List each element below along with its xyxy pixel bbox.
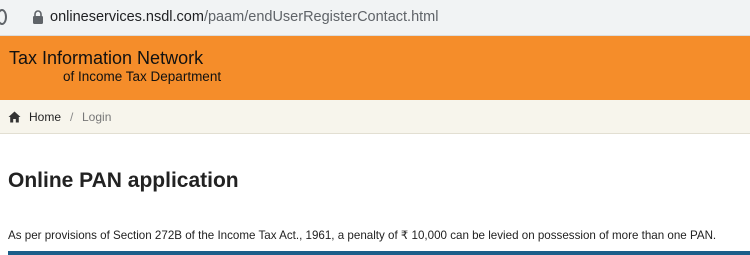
url-text[interactable]: onlineservices.nsdl.com/paam/endUserRegi… bbox=[50, 9, 438, 25]
site-title: Tax Information Network bbox=[9, 48, 204, 68]
browser-address-bar[interactable]: onlineservices.nsdl.com/paam/endUserRegi… bbox=[0, 0, 750, 36]
lock-icon[interactable] bbox=[32, 10, 44, 24]
site-header: Tax Information Network of Income Tax De… bbox=[0, 36, 750, 100]
reload-icon[interactable] bbox=[0, 9, 7, 25]
breadcrumb-home-link[interactable]: Home bbox=[29, 110, 61, 124]
breadcrumb-current: Login bbox=[82, 110, 112, 124]
breadcrumb-separator: / bbox=[70, 110, 74, 124]
home-icon[interactable] bbox=[8, 111, 21, 123]
breadcrumb: Home / Login bbox=[0, 100, 750, 134]
penalty-notice: As per provisions of Section 272B of the… bbox=[8, 229, 717, 242]
page-title: Online PAN application bbox=[8, 169, 239, 192]
url-host: onlineservices.nsdl.com bbox=[50, 9, 204, 25]
url-path: /paam/endUserRegisterContact.html bbox=[203, 9, 439, 25]
site-subtitle: of Income Tax Department bbox=[63, 69, 222, 84]
divider bbox=[8, 251, 750, 255]
